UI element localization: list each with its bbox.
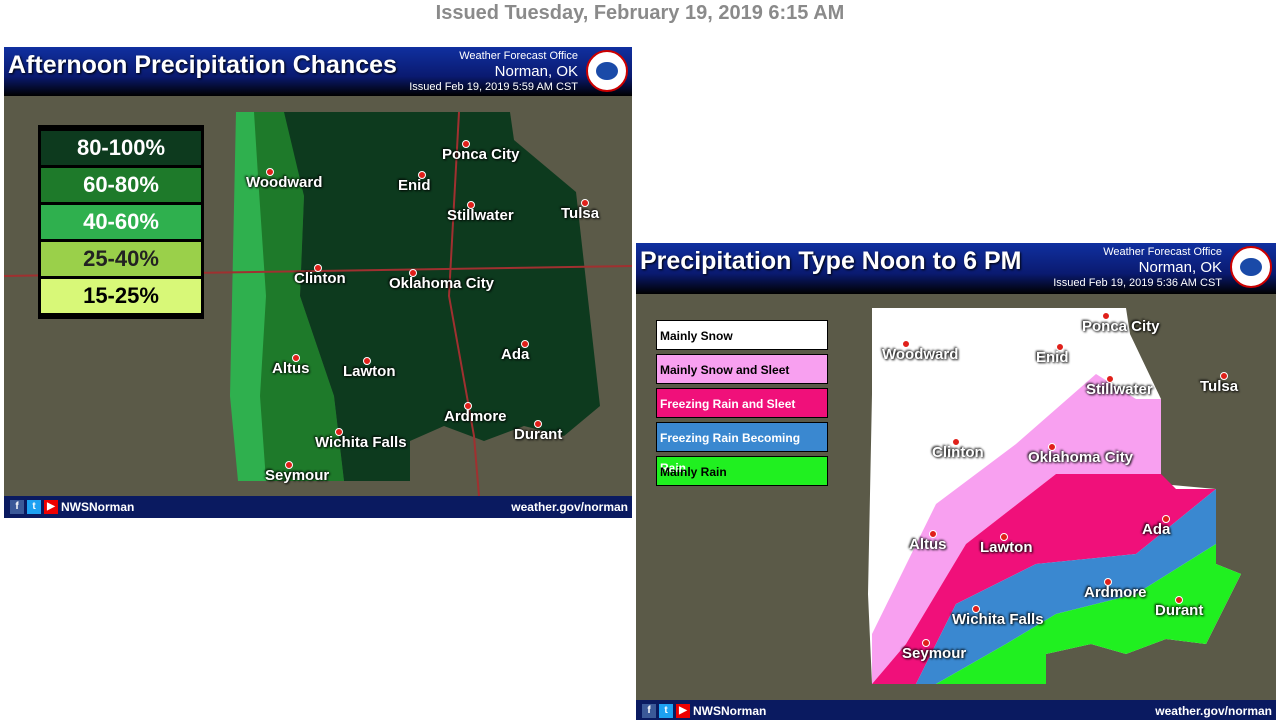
social-links: f t ▶ NWSNorman bbox=[642, 704, 766, 718]
office-label: Weather Forecast Office bbox=[459, 50, 578, 62]
city-label: Oklahoma City bbox=[389, 275, 495, 292]
social-handle: NWSNorman bbox=[61, 500, 135, 514]
social-links: f t ▶ NWSNorman bbox=[10, 500, 134, 514]
twitter-icon[interactable]: t bbox=[659, 704, 673, 718]
city-marker bbox=[929, 530, 937, 538]
youtube-icon[interactable]: ▶ bbox=[44, 500, 58, 514]
website-link[interactable]: weather.gov/norman bbox=[1155, 704, 1272, 718]
legend-item: Mainly Snow and Sleet bbox=[656, 354, 828, 384]
nws-logo bbox=[586, 50, 628, 92]
office-city: Norman, OK bbox=[1138, 259, 1222, 277]
map-header: Precipitation Type Noon to 6 PM Weather … bbox=[636, 243, 1276, 294]
city-label: Ponca City bbox=[442, 146, 520, 163]
legend-item: 25-40% bbox=[41, 242, 201, 276]
map-footer: f t ▶ NWSNorman weather.gov/norman bbox=[636, 700, 1276, 720]
city-label: Seymour bbox=[902, 645, 967, 662]
city-marker bbox=[363, 357, 371, 365]
city-marker bbox=[464, 402, 472, 410]
twitter-icon[interactable]: t bbox=[27, 500, 41, 514]
city-marker bbox=[534, 420, 542, 428]
city-marker bbox=[1056, 343, 1064, 351]
city-marker bbox=[1102, 312, 1110, 320]
legend-item: Freezing Rain Becoming Rain bbox=[656, 422, 828, 475]
city-label: Durant bbox=[1155, 602, 1204, 619]
youtube-icon[interactable]: ▶ bbox=[676, 704, 690, 718]
precip-type-map-panel: Precipitation Type Noon to 6 PM Weather … bbox=[636, 243, 1276, 720]
city-marker bbox=[952, 438, 960, 446]
legend-item: Mainly Snow bbox=[656, 320, 828, 350]
city-label: Durant bbox=[514, 426, 563, 443]
city-marker bbox=[1162, 515, 1170, 523]
city-marker bbox=[314, 264, 322, 272]
city-label: Enid bbox=[398, 177, 431, 194]
city-marker bbox=[462, 140, 470, 148]
city-label: Tulsa bbox=[1200, 378, 1239, 395]
city-marker bbox=[1175, 596, 1183, 604]
legend-item: 15-25% bbox=[41, 279, 201, 313]
city-label: Ardmore bbox=[444, 408, 507, 425]
issued-time: Issued Feb 19, 2019 5:36 AM CST bbox=[1053, 277, 1222, 290]
legend-item: 40-60% bbox=[41, 205, 201, 239]
city-label: Wichita Falls bbox=[952, 611, 1044, 628]
facebook-icon[interactable]: f bbox=[10, 500, 24, 514]
map-footer: f t ▶ NWSNorman weather.gov/norman bbox=[4, 496, 632, 518]
city-marker bbox=[409, 269, 417, 277]
city-label: Tulsa bbox=[561, 205, 600, 222]
map-title: Afternoon Precipitation Chances bbox=[8, 51, 397, 79]
city-label: Clinton bbox=[294, 270, 346, 287]
office-city: Norman, OK bbox=[494, 63, 578, 81]
city-label: Clinton bbox=[932, 444, 984, 461]
city-label: Wichita Falls bbox=[315, 434, 407, 451]
city-label: Ponca City bbox=[1082, 318, 1160, 335]
city-label: Oklahoma City bbox=[1028, 449, 1134, 466]
facebook-icon[interactable]: f bbox=[642, 704, 656, 718]
legend: 80-100% 60-80% 40-60% 25-40% 15-25% bbox=[38, 125, 204, 319]
office-label: Weather Forecast Office bbox=[1103, 246, 1222, 258]
legend-item: 80-100% bbox=[41, 131, 201, 165]
city-label: Altus bbox=[909, 536, 947, 553]
city-marker bbox=[1106, 375, 1114, 383]
city-label: Stillwater bbox=[447, 207, 514, 224]
city-label: Enid bbox=[1036, 349, 1069, 366]
city-marker bbox=[902, 340, 910, 348]
legend-item: Mainly Rain bbox=[656, 456, 828, 486]
city-label: Ada bbox=[1142, 521, 1171, 538]
city-label: Ardmore bbox=[1084, 584, 1147, 601]
legend-item: Freezing Rain and Sleet bbox=[656, 388, 828, 418]
nws-logo bbox=[1230, 246, 1272, 288]
website-link[interactable]: weather.gov/norman bbox=[511, 500, 628, 514]
city-label: Woodward bbox=[246, 174, 323, 191]
city-marker bbox=[1220, 372, 1228, 380]
city-label: Lawton bbox=[343, 363, 396, 380]
city-marker bbox=[285, 461, 293, 469]
office-info: Weather Forecast Office Norman, OK Issued … bbox=[409, 50, 578, 94]
map-title: Precipitation Type Noon to 6 PM bbox=[640, 247, 1022, 275]
city-marker bbox=[292, 354, 300, 362]
slide-issued-time: Issued Tuesday, February 19, 2019 6:15 A… bbox=[435, 2, 845, 24]
city-label: Stillwater bbox=[1086, 381, 1153, 398]
city-label: Ada bbox=[501, 346, 530, 363]
city-label: Woodward bbox=[882, 346, 959, 363]
map-header: Afternoon Precipitation Chances Weather … bbox=[4, 47, 632, 96]
city-marker bbox=[335, 428, 343, 436]
city-marker bbox=[581, 199, 589, 207]
city-marker bbox=[972, 605, 980, 613]
city-marker bbox=[922, 639, 930, 647]
city-label: Lawton bbox=[980, 539, 1033, 556]
city-label: Altus bbox=[272, 360, 310, 377]
city-label: Seymour bbox=[265, 467, 330, 484]
social-handle: NWSNorman bbox=[693, 704, 767, 718]
issued-time: Issued Feb 19, 2019 5:59 AM CST bbox=[409, 81, 578, 94]
city-marker bbox=[1048, 443, 1056, 451]
precip-chances-map-panel: Afternoon Precipitation Chances Weather … bbox=[4, 47, 632, 518]
city-marker bbox=[1000, 533, 1008, 541]
city-marker bbox=[521, 340, 529, 348]
legend-item: 60-80% bbox=[41, 168, 201, 202]
city-marker bbox=[418, 171, 426, 179]
legend: Mainly Snow Mainly Snow and Sleet Freezing… bbox=[656, 320, 828, 490]
city-marker bbox=[467, 201, 475, 209]
city-marker bbox=[1104, 578, 1112, 586]
city-marker bbox=[266, 168, 274, 176]
office-info: Weather Forecast Office Norman, OK Issued … bbox=[1053, 246, 1222, 290]
